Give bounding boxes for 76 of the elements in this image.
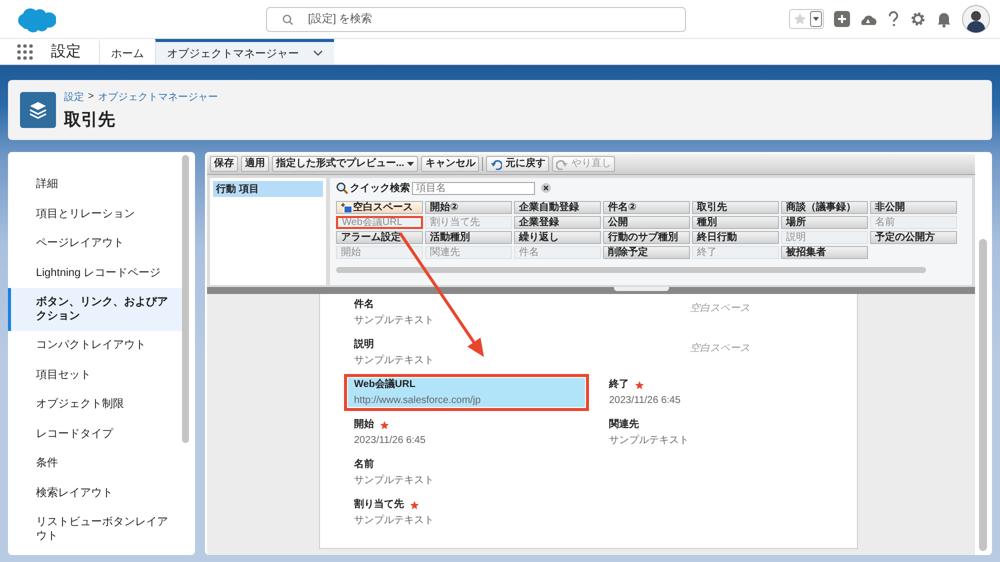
app-name: 設定 xyxy=(51,42,81,61)
palette-field[interactable]: 繰り返し xyxy=(514,231,601,244)
sidebar-item[interactable]: ページレイアウト xyxy=(8,229,182,258)
palette-field[interactable]: 予定の公開方 xyxy=(870,231,957,244)
palette-field[interactable]: 被招集者 xyxy=(781,246,868,259)
page-title: 取引先 xyxy=(64,108,116,130)
scrollbar[interactable] xyxy=(979,239,987,551)
dropdown-icon[interactable] xyxy=(810,11,822,27)
sidebar-item[interactable]: リストビューボタンレイアウト xyxy=(8,508,182,551)
star-icon xyxy=(793,12,807,26)
breadcrumb-separator: > xyxy=(88,91,94,102)
notification-bell-icon[interactable] xyxy=(936,10,952,28)
layout-field[interactable]: 終了 2023/11/26 6:45 xyxy=(599,374,844,411)
palette-field[interactable]: 企業登録 xyxy=(514,216,601,229)
nav-tab[interactable]: オブジェクトマネージャー xyxy=(155,39,334,64)
toolbar-button[interactable]: キャンセル xyxy=(421,156,480,172)
palette-field[interactable]: 種別 xyxy=(692,216,779,229)
scrollbar[interactable] xyxy=(336,267,926,273)
layout-field[interactable]: 関連先 サンプルテキスト xyxy=(599,414,844,451)
palette-field[interactable]: アラーム設定 xyxy=(336,231,423,244)
sidebar-item[interactable]: 詳細 xyxy=(8,170,182,200)
category-item[interactable]: 行動 項目 xyxy=(213,181,323,197)
layout-field[interactable]: 割り当て先 サンプルテキスト xyxy=(344,494,589,531)
sidebar-item[interactable]: レコードタイプ xyxy=(8,420,182,449)
sidebar-item[interactable]: 検索レイアウト xyxy=(8,478,182,508)
palette-field[interactable]: 非公開 xyxy=(870,201,957,214)
caret-icon xyxy=(407,162,414,166)
toolbar-button[interactable]: 元に戻す xyxy=(486,156,550,172)
avatar[interactable] xyxy=(962,5,990,33)
search-icon xyxy=(336,182,348,194)
search-field[interactable]: [設定] を検索 xyxy=(266,6,686,32)
quick-search-label: クイック検索 xyxy=(350,182,410,195)
layout-field[interactable]: Web会議URL http://www.salesforce.com/jp xyxy=(344,374,589,411)
quick-search-field[interactable]: 項目名 xyxy=(412,182,535,194)
layout-field[interactable]: 開始 2023/11/26 6:45 xyxy=(344,414,589,451)
sidebar-item[interactable]: コンパクトレイアウト xyxy=(8,331,182,360)
resize-handle[interactable] xyxy=(614,287,668,291)
layers-icon xyxy=(20,92,56,128)
palette-field[interactable]: 件名② xyxy=(603,201,690,214)
breadcrumb-link[interactable]: 設定 xyxy=(64,90,84,104)
search-icon xyxy=(282,14,293,24)
settings-icon[interactable] xyxy=(910,11,926,27)
toolbar-button[interactable]: 保存 xyxy=(210,156,238,172)
palette-field[interactable]: 空白スペース xyxy=(336,201,423,214)
help-icon[interactable] xyxy=(887,11,900,27)
layout-field[interactable]: 名前 サンプルテキスト xyxy=(344,454,589,491)
palette-field[interactable]: 活動種別 xyxy=(425,231,512,244)
layout-field[interactable]: 説明 サンプルテキスト xyxy=(344,334,589,371)
clear-icon[interactable] xyxy=(541,183,551,193)
layout-field[interactable]: 件名 サンプルテキスト xyxy=(344,294,589,331)
blank-space-icon xyxy=(341,202,352,212)
palette-field[interactable]: 場所 xyxy=(781,216,868,229)
palette-field[interactable]: 公開 xyxy=(603,216,690,229)
palette-field[interactable]: 終日行動 xyxy=(692,231,779,244)
palette-field[interactable]: 商談（議事録） xyxy=(781,201,868,214)
chevron-down-icon[interactable] xyxy=(313,50,323,56)
undo-icon xyxy=(490,158,502,170)
sidebar-item[interactable]: Lightning レコードページ xyxy=(8,258,182,288)
sidebar-item[interactable]: 条件 xyxy=(8,449,182,478)
sidebar-item[interactable]: オブジェクト制限 xyxy=(8,390,182,420)
palette-field[interactable]: 企業自動登録 xyxy=(514,201,601,214)
palette-field[interactable]: 行動のサブ種別 xyxy=(603,231,690,244)
sidebar-item[interactable]: 項目とリレーション xyxy=(8,200,182,229)
breadcrumb-link[interactable]: オブジェクトマネージャー xyxy=(98,90,218,104)
palette-field[interactable]: 削除予定 xyxy=(603,246,690,259)
plus-icon[interactable] xyxy=(834,11,850,27)
palette-field[interactable]: 取引先 xyxy=(692,201,779,214)
sidebar-item[interactable]: ボタン、リンク、およびアクション xyxy=(8,288,182,331)
app-launcher-icon[interactable] xyxy=(16,42,34,60)
favorites-button[interactable] xyxy=(789,9,824,29)
palette-field[interactable]: 開始② xyxy=(425,201,512,214)
toolbar-button[interactable]: 適用 xyxy=(241,156,269,172)
preview-dropdown[interactable]: 指定した形式でプレビュー... xyxy=(272,156,418,172)
redo-icon xyxy=(556,158,568,170)
sidebar-item[interactable]: 項目セット xyxy=(8,360,182,390)
scrollbar[interactable] xyxy=(182,155,189,443)
